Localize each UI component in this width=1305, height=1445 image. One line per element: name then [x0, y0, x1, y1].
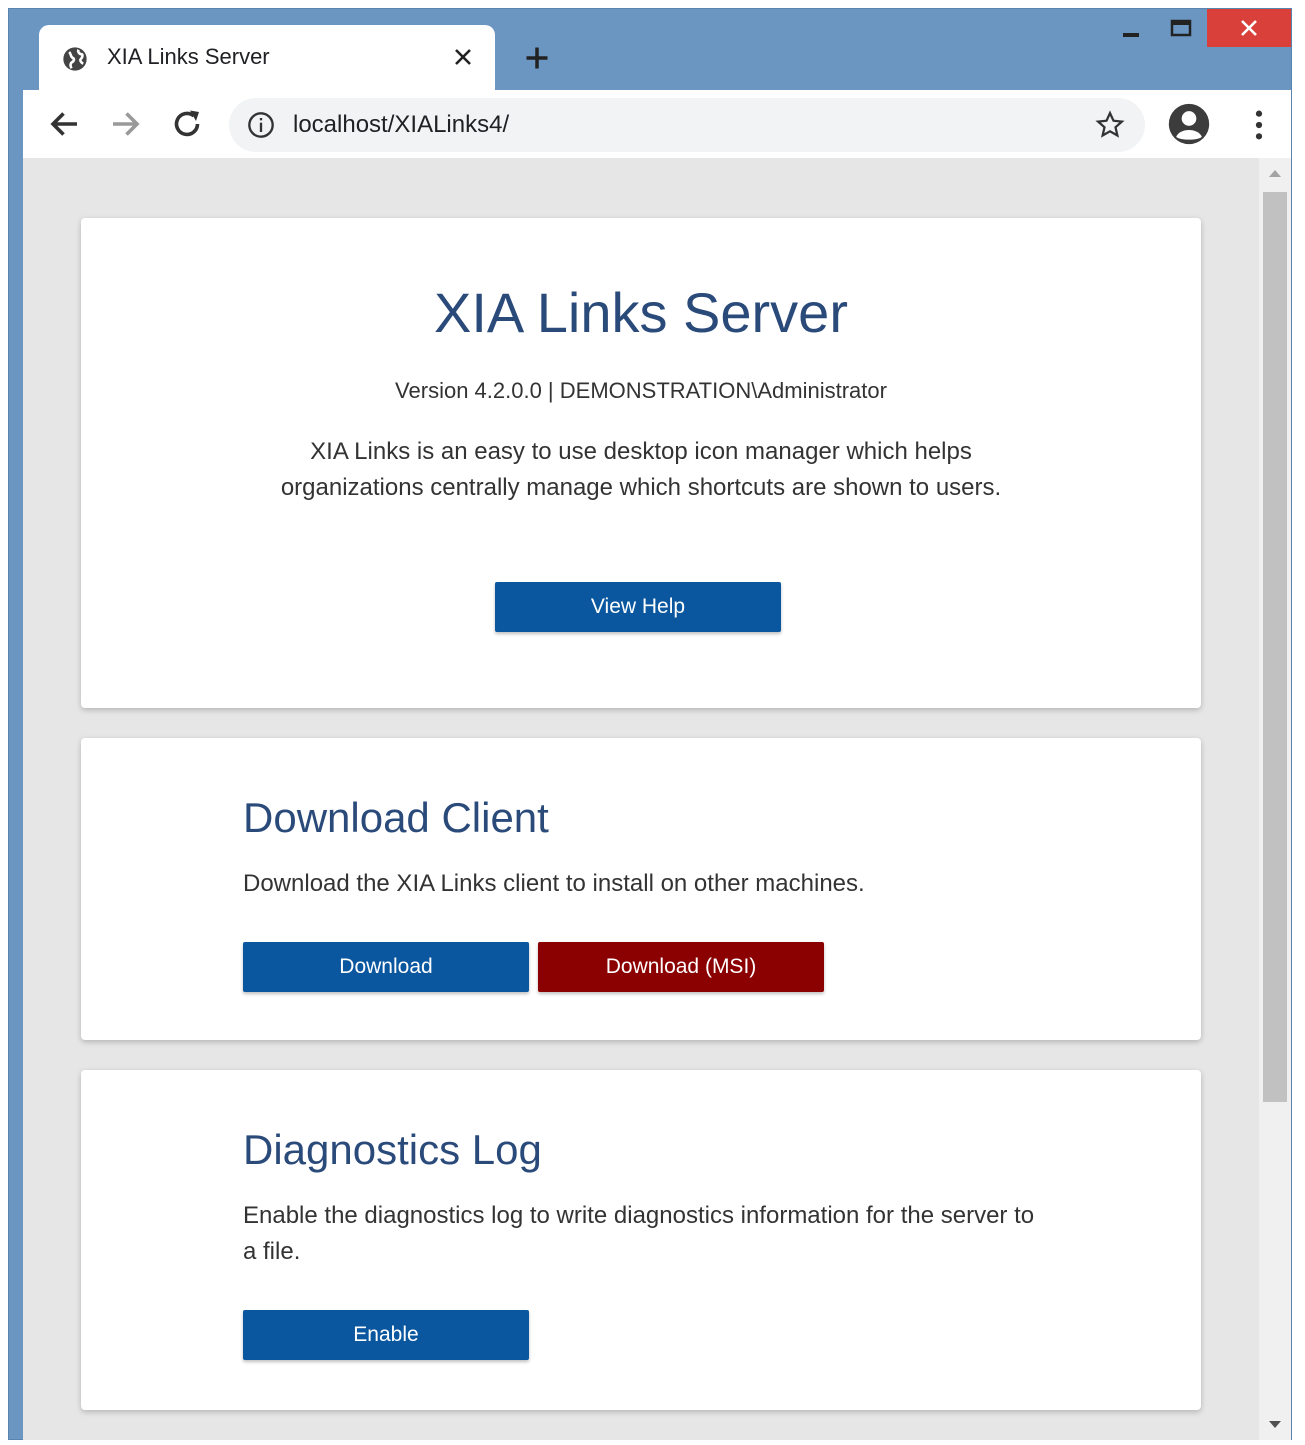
browser-toolbar: localhost/XIALinks4/: [23, 90, 1291, 158]
browser-window: XIA Links Server localhost/XIALinks4/ XI…: [8, 8, 1292, 1440]
window-close-button[interactable]: [1207, 9, 1291, 47]
vertical-scrollbar[interactable]: [1259, 158, 1291, 1440]
diagnostics-log-title: Diagnostics Log: [243, 1126, 542, 1173]
version-text: Version 4.2.0.0 | DEMONSTRATION\Administ…: [395, 378, 887, 403]
reload-icon[interactable]: [169, 106, 205, 142]
diagnostics-log-description: Enable the diagnostics log to write diag…: [243, 1202, 1035, 1265]
info-icon[interactable]: [247, 111, 275, 139]
product-description: XIA Links is an easy to use desktop icon…: [280, 438, 1002, 501]
url-text[interactable]: localhost/XIALinks4/: [293, 111, 509, 139]
browser-tab[interactable]: XIA Links Server: [39, 25, 495, 91]
download-client-card: Download Client Download the XIA Links c…: [81, 738, 1201, 1040]
tab-title: XIA Links Server: [107, 44, 270, 69]
page-viewport: XIA Links Server Version 4.2.0.0 | DEMON…: [23, 158, 1291, 1440]
close-icon[interactable]: [451, 45, 475, 69]
star-icon[interactable]: [1095, 110, 1125, 140]
arrow-right-icon[interactable]: [107, 106, 143, 142]
hero-card: XIA Links Server Version 4.2.0.0 | DEMON…: [81, 218, 1201, 708]
address-bar[interactable]: localhost/XIALinks4/: [229, 98, 1145, 152]
download-msi-button[interactable]: Download (MSI): [538, 942, 824, 992]
close-icon: [1241, 20, 1257, 36]
view-help-button[interactable]: View Help: [495, 582, 781, 632]
download-client-title: Download Client: [243, 794, 549, 841]
diagnostics-log-card: Diagnostics Log Enable the diagnostics l…: [81, 1070, 1201, 1410]
enable-button[interactable]: Enable: [243, 1310, 529, 1360]
arrow-left-icon[interactable]: [47, 106, 83, 142]
minimize-icon[interactable]: [1117, 9, 1145, 47]
scroll-up-arrow-icon[interactable]: [1268, 168, 1282, 178]
globe-icon: [63, 47, 87, 71]
account-icon[interactable]: [1167, 102, 1211, 146]
download-client-description: Download the XIA Links client to install…: [243, 870, 865, 897]
scrollbar-thumb[interactable]: [1263, 192, 1287, 1102]
download-button[interactable]: Download: [243, 942, 529, 992]
maximize-icon[interactable]: [1167, 9, 1195, 47]
plus-icon[interactable]: [523, 44, 551, 72]
more-vert-icon[interactable]: [1249, 108, 1269, 142]
page-title: XIA Links Server: [434, 281, 848, 344]
scroll-down-arrow-icon[interactable]: [1268, 1420, 1282, 1430]
